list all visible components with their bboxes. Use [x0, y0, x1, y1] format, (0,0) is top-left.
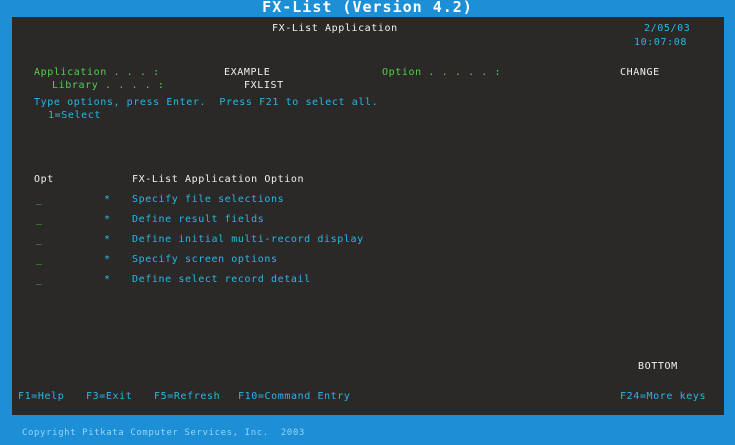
f5-refresh-key[interactable]: F5=Refresh [154, 391, 220, 402]
list-item-label: Define initial multi-record display [132, 234, 364, 245]
option-value: CHANGE [620, 67, 660, 78]
list-item-label: Define result fields [132, 214, 265, 225]
library-value: FXLIST [244, 80, 284, 91]
bullet-marker: * [104, 274, 111, 285]
option-input[interactable]: _ [36, 214, 43, 225]
f10-command-entry-key[interactable]: F10=Command Entry [238, 391, 351, 402]
screen-title: FX-List Application [272, 23, 398, 34]
f24-more-keys-key[interactable]: F24=More keys [620, 391, 706, 402]
window-title: FX-List (Version 4.2) [262, 0, 473, 16]
select-legend: 1=Select [48, 110, 101, 121]
instruction-text: Type options, press Enter. Press F21 to … [34, 97, 379, 108]
list-item-label: Specify file selections [132, 194, 285, 205]
copyright-caption: Copyright Pitkata Computer Services, Inc… [22, 428, 305, 438]
column-header-option: FX-List Application Option [132, 174, 305, 185]
column-header-opt: Opt [34, 174, 54, 185]
library-label: Library . . . . : [52, 80, 165, 91]
option-input[interactable]: _ [36, 194, 43, 205]
list-item-label: Specify screen options [132, 254, 278, 265]
option-input[interactable]: _ [36, 254, 43, 265]
option-input[interactable]: _ [36, 234, 43, 245]
bullet-marker: * [104, 214, 111, 225]
list-item-label: Define select record detail [132, 274, 311, 285]
bullet-marker: * [104, 254, 111, 265]
scroll-position-indicator: BOTTOM [638, 361, 678, 372]
option-input[interactable]: _ [36, 274, 43, 285]
application-label: Application . . . : [34, 67, 160, 78]
bullet-marker: * [104, 234, 111, 245]
application-value: EXAMPLE [224, 67, 271, 78]
f1-help-key[interactable]: F1=Help [18, 391, 64, 402]
f3-exit-key[interactable]: F3=Exit [86, 391, 132, 402]
time-display: 10:07:08 [634, 37, 687, 48]
bullet-marker: * [104, 194, 111, 205]
terminal-screen: FX-List Application 2/05/03 10:07:08 App… [12, 17, 724, 415]
date-display: 2/05/03 [644, 23, 691, 34]
option-label: Option . . . . . : [382, 67, 502, 78]
